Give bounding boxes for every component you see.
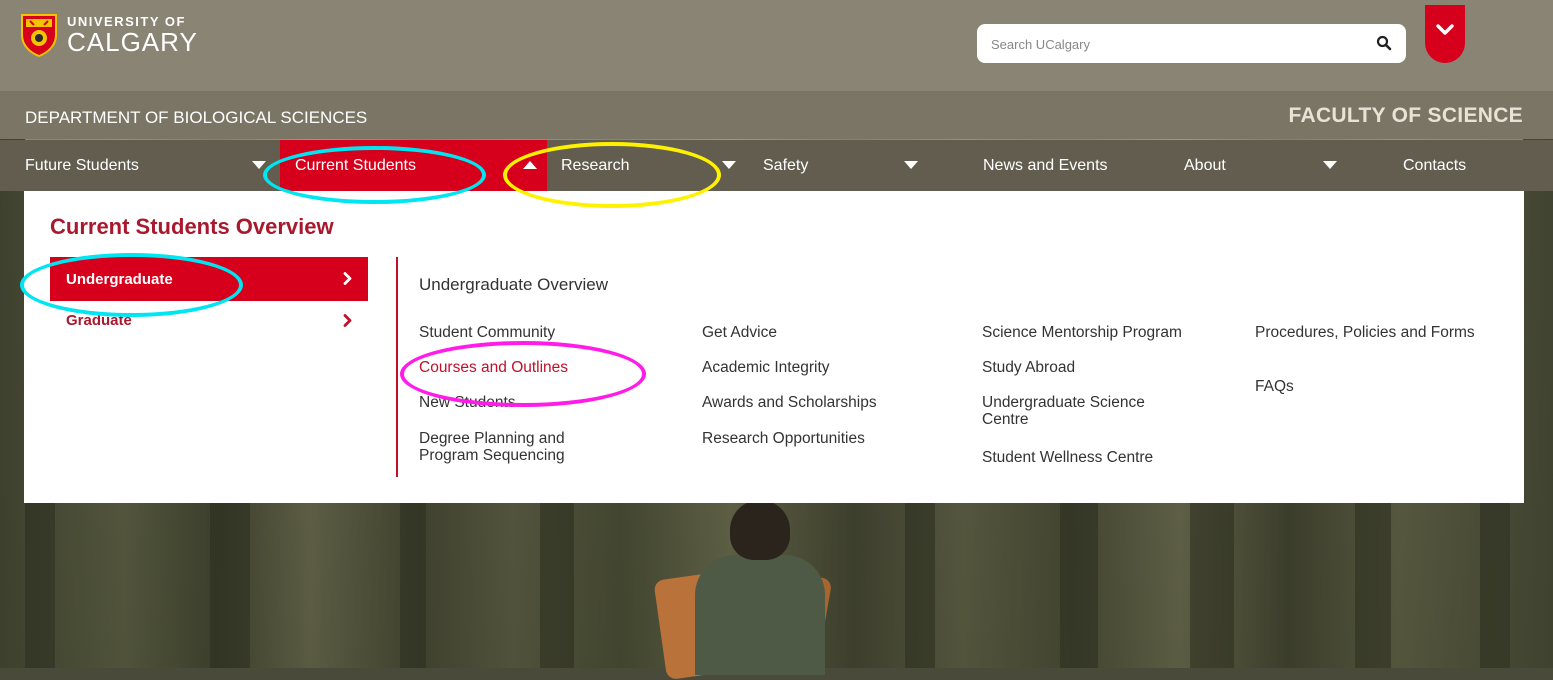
- caret-down-icon[interactable]: [1323, 140, 1337, 191]
- top-bar: UNIVERSITY OF CALGARY: [0, 0, 1553, 91]
- link-awards-scholarships[interactable]: Awards and Scholarships: [702, 394, 877, 411]
- nav-future-students[interactable]: Future Students: [25, 140, 139, 191]
- link-undergraduate-science-centre[interactable]: Undergraduate Science Centre: [982, 394, 1182, 428]
- search-box: [977, 24, 1406, 65]
- university-crest-icon: [21, 14, 57, 57]
- nav-safety[interactable]: Safety: [763, 140, 808, 191]
- department-bar: DEPARTMENT OF BIOLOGICAL SCIENCES FACULT…: [0, 91, 1553, 140]
- department-name[interactable]: DEPARTMENT OF BIOLOGICAL SCIENCES: [25, 108, 367, 128]
- link-degree-planning[interactable]: Degree Planning and Program Sequencing: [419, 430, 619, 464]
- mega-menu-panel: Current Students Overview Undergraduate …: [24, 191, 1524, 503]
- chevron-right-icon: [343, 314, 352, 327]
- link-student-community[interactable]: Student Community: [419, 324, 555, 341]
- section-title[interactable]: Undergraduate Overview: [419, 275, 608, 295]
- quick-links-toggle[interactable]: [1425, 5, 1465, 63]
- caret-down-icon[interactable]: [904, 140, 918, 191]
- caret-down-icon[interactable]: [252, 140, 266, 191]
- divider: [396, 257, 398, 477]
- annotation-ellipse-yellow: [503, 142, 721, 208]
- link-study-abroad[interactable]: Study Abroad: [982, 359, 1075, 376]
- link-get-advice[interactable]: Get Advice: [702, 324, 777, 341]
- university-logo[interactable]: UNIVERSITY OF CALGARY: [20, 13, 198, 57]
- annotation-ellipse-cyan: [20, 253, 243, 317]
- link-research-opportunities[interactable]: Research Opportunities: [702, 430, 865, 447]
- search-input[interactable]: [989, 24, 1353, 65]
- link-science-mentorship[interactable]: Science Mentorship Program: [982, 324, 1182, 341]
- caret-down-icon[interactable]: [722, 140, 736, 191]
- annotation-ellipse-cyan: [263, 146, 486, 204]
- logo-line-2: CALGARY: [67, 27, 198, 57]
- chevron-right-icon: [343, 272, 352, 285]
- hiker-figure: [653, 500, 833, 680]
- link-student-wellness[interactable]: Student Wellness Centre: [982, 449, 1153, 466]
- menu-title[interactable]: Current Students Overview: [50, 214, 334, 240]
- link-academic-integrity[interactable]: Academic Integrity: [702, 359, 830, 376]
- nav-about[interactable]: About: [1184, 140, 1226, 191]
- main-nav: Future Students Current Students Researc…: [0, 140, 1553, 191]
- nav-news-events[interactable]: News and Events: [983, 140, 1108, 191]
- chevron-down-icon: [1436, 24, 1454, 35]
- search-icon[interactable]: [1376, 35, 1392, 51]
- faculty-link[interactable]: FACULTY OF SCIENCE: [1289, 104, 1523, 128]
- link-procedures-policies-forms[interactable]: Procedures, Policies and Forms: [1255, 324, 1475, 341]
- nav-contacts[interactable]: Contacts: [1403, 140, 1466, 191]
- annotation-ellipse-magenta: [400, 341, 646, 407]
- link-faqs[interactable]: FAQs: [1255, 378, 1294, 395]
